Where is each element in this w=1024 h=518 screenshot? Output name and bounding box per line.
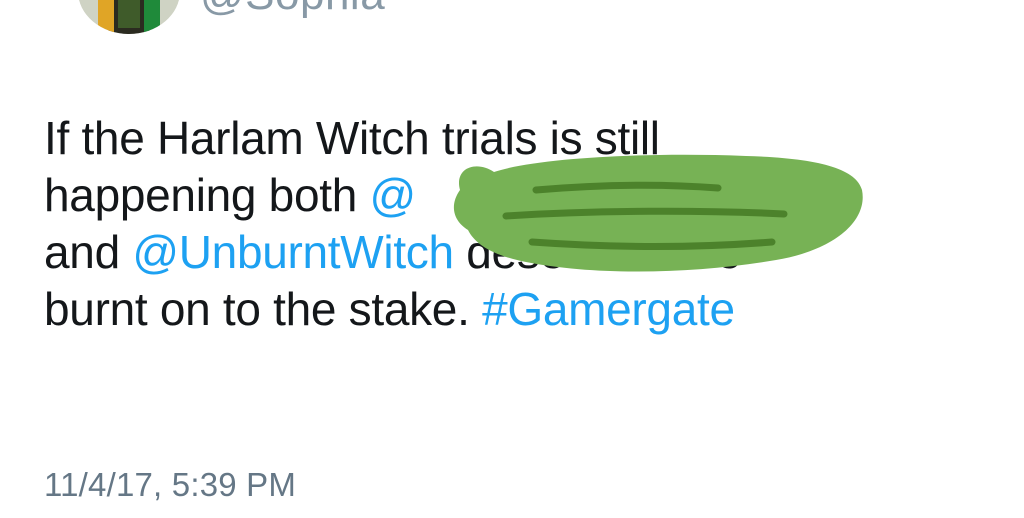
tweet-text-segment: and <box>44 226 133 278</box>
tweet-line-4: burnt on to the stake. #Gamergate <box>44 281 1004 338</box>
tweet-text-segment: happening both <box>44 169 370 221</box>
profile-avatar-icon <box>78 0 180 34</box>
tweet-line-2: happening both @ an <box>44 167 1004 224</box>
tweet-text-segment: deserve to be <box>453 226 742 278</box>
author-handle[interactable]: @Sophia <box>200 0 385 20</box>
mention-link-unburntwitch[interactable]: @UnburntWitch <box>132 226 454 278</box>
tweet-text-segment: burnt on to the stake. <box>44 283 483 335</box>
hashtag-link-gamergate[interactable]: #Gamergate <box>482 283 735 335</box>
mention-link-redacted-end[interactable]: an <box>754 169 805 221</box>
tweet-line-3: and @UnburntWitch deserve to be <box>44 224 1004 281</box>
avatar[interactable] <box>78 0 180 34</box>
mention-link-redacted-start[interactable]: @ <box>369 169 416 221</box>
tweet-text-segment: If the Harlam Witch trials is still <box>44 112 660 164</box>
tweet-timestamp[interactable]: 11/4/17, 5:39 PM <box>44 466 296 504</box>
tweet-text: If the Harlam Witch trials is still happ… <box>44 110 1004 338</box>
tweet-line-1: If the Harlam Witch trials is still <box>44 110 1004 167</box>
